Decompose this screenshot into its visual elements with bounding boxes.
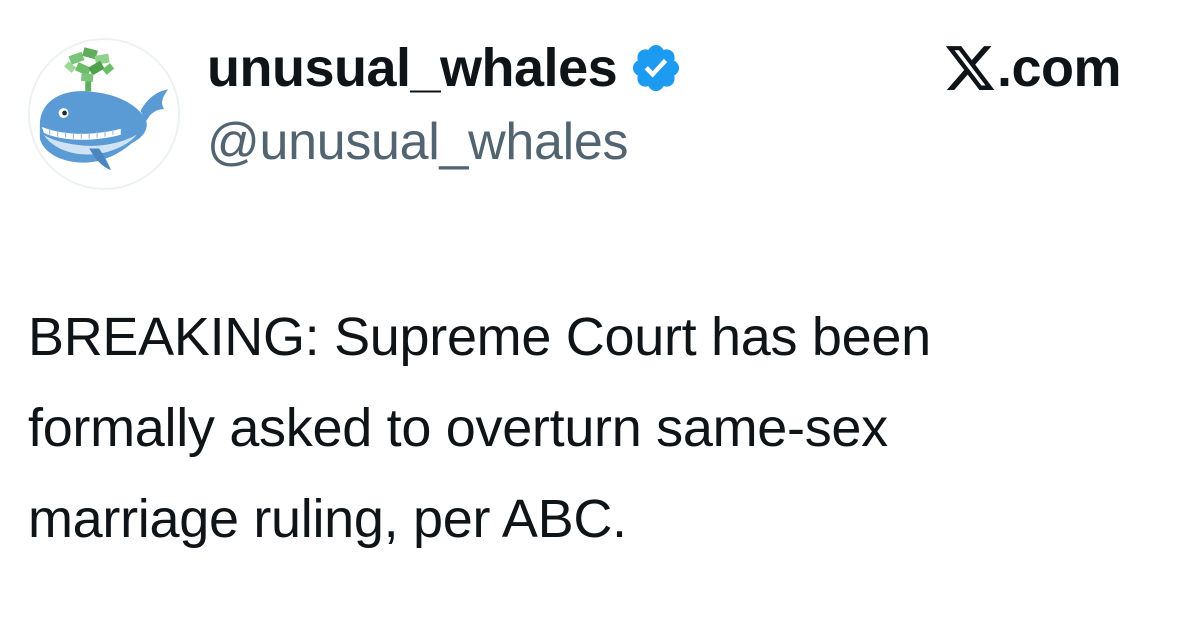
tweet-line: BREAKING: Supreme Court has been: [28, 307, 931, 367]
whale-with-money-icon: [39, 47, 169, 171]
author-name-row: unusual_whales: [207, 36, 683, 100]
x-logo-icon: [945, 46, 995, 90]
author-handle[interactable]: @unusual_whales: [207, 113, 629, 171]
tweet-card: unusual_whales @unusual_whales .com BREA…: [0, 0, 1179, 628]
avatar[interactable]: [28, 38, 180, 190]
verified-badge-icon: [633, 44, 680, 92]
tweet-line: marriage ruling, per ABC.: [28, 489, 627, 549]
tweet-line: formally asked to overturn same-sex: [28, 398, 888, 458]
brand-watermark: .com: [943, 38, 1122, 98]
display-name[interactable]: unusual_whales: [207, 41, 618, 95]
tweet-text: BREAKING: Supreme Court has been formall…: [28, 292, 1148, 565]
brand-domain-label: .com: [996, 38, 1122, 98]
